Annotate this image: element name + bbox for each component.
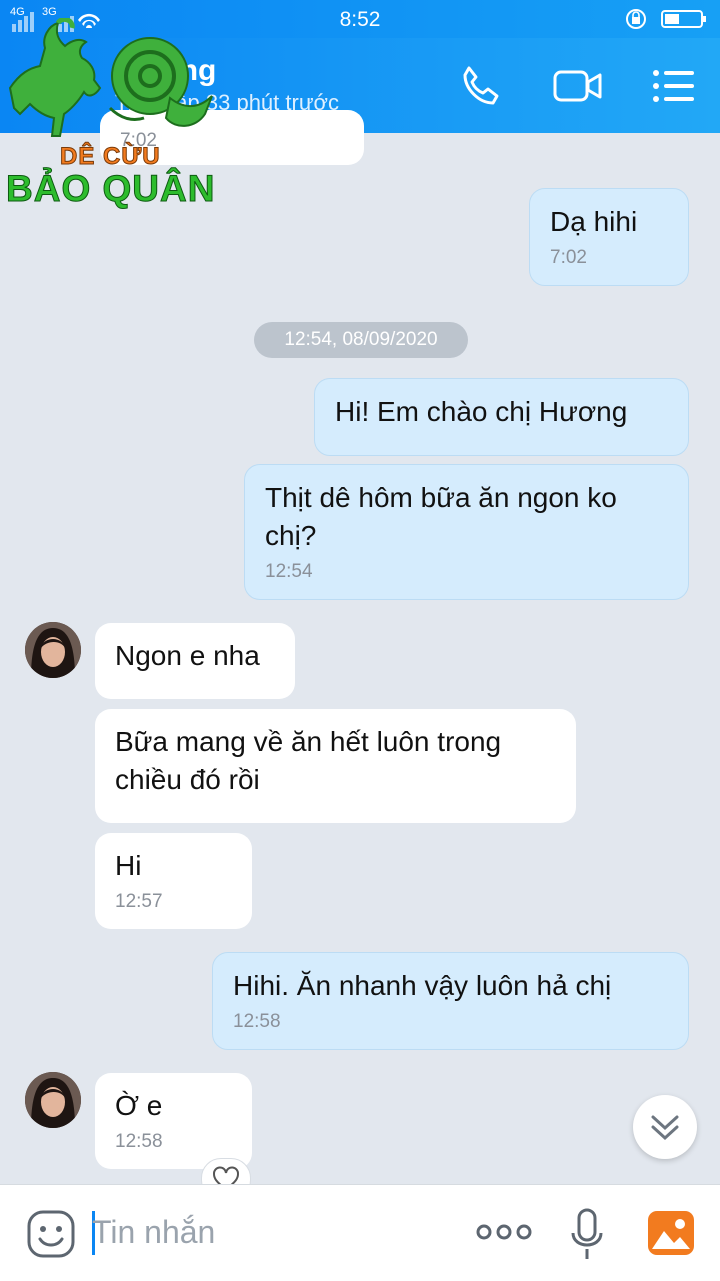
message-bubble-outgoing[interactable]: Thịt dê hôm bữa ăn ngon ko chị? 12:54 xyxy=(244,464,689,600)
message-text: Hi! Em chào chị Hương xyxy=(335,396,628,427)
microphone-icon[interactable] xyxy=(570,1207,604,1261)
message-time: 7:02 xyxy=(550,247,587,268)
goat-ram-logo-icon xyxy=(8,16,213,137)
message-bubble-outgoing[interactable]: Hi! Em chào chị Hương xyxy=(314,378,689,456)
message-input[interactable]: Tin nhắn xyxy=(92,1207,422,1257)
menu-list-icon[interactable] xyxy=(652,64,696,108)
message-text: Hihi. Ăn nhanh vậy luôn hả chị xyxy=(233,970,612,1001)
message-bubble-incoming[interactable]: Bữa mang về ăn hết luôn trong chiều đó r… xyxy=(95,709,576,823)
scroll-to-bottom-button[interactable] xyxy=(633,1095,697,1159)
message-bubble-incoming[interactable]: Ngon e nha xyxy=(95,623,295,699)
more-dots-icon[interactable] xyxy=(476,1221,532,1243)
logo-text-top: DÊ CỪU xyxy=(60,143,161,171)
message-bubble-incoming[interactable]: Hi 12:57 xyxy=(95,833,252,929)
message-time: 12:57 xyxy=(115,891,163,912)
watermark-logo: DÊ CỪU BẢO QUÂN xyxy=(0,16,220,213)
video-call-icon[interactable] xyxy=(552,64,604,108)
message-text: Dạ hihi xyxy=(550,206,638,237)
contact-photo-icon xyxy=(25,622,81,678)
message-time: 12:58 xyxy=(233,1011,281,1032)
message-bubble-outgoing[interactable]: Hihi. Ăn nhanh vậy luôn hả chị 12:58 xyxy=(212,952,689,1050)
message-bubble-incoming[interactable]: Ờ e 12:58 xyxy=(95,1073,252,1169)
battery-icon xyxy=(626,9,706,29)
image-gallery-icon[interactable] xyxy=(646,1209,696,1257)
message-text: Ngon e nha xyxy=(115,640,260,671)
message-text: Bữa mang về ăn hết luôn trong chiều đó r… xyxy=(115,726,502,795)
message-bubble-outgoing[interactable]: Dạ hihi 7:02 xyxy=(529,188,689,286)
message-time: 12:54 xyxy=(265,561,313,582)
avatar[interactable] xyxy=(25,622,81,678)
avatar[interactable] xyxy=(25,1072,81,1128)
message-input-bar: Tin nhắn xyxy=(0,1184,720,1281)
phone-icon[interactable] xyxy=(459,64,503,108)
message-text: Hi xyxy=(115,850,142,881)
emoji-icon[interactable] xyxy=(26,1209,76,1259)
message-text: Thịt dê hôm bữa ăn ngon ko chị? xyxy=(265,482,617,551)
message-time: 12:58 xyxy=(115,1131,163,1152)
message-text: Ờ e xyxy=(115,1090,163,1121)
contact-photo-icon xyxy=(25,1072,81,1128)
date-separator: 12:54, 08/09/2020 xyxy=(254,322,468,358)
double-chevron-down-icon xyxy=(651,1115,679,1141)
logo-text-bottom: BẢO QUÂN xyxy=(5,168,216,210)
